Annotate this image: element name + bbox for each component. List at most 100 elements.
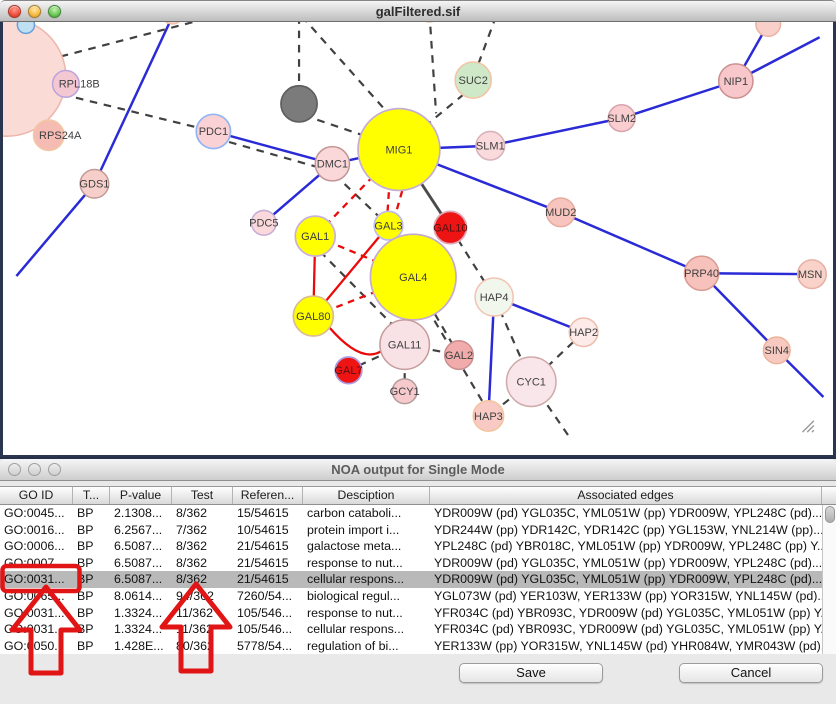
node-hap2[interactable]: HAP2 — [569, 318, 598, 347]
scrollbar-thumb[interactable] — [825, 506, 835, 523]
node-label: GCY1 — [390, 386, 420, 398]
cell-description: carbon cataboli... — [303, 505, 430, 522]
cell-pvalue: 2.1308... — [110, 505, 172, 522]
node-hap4[interactable]: HAP4 — [475, 278, 513, 316]
window-border — [0, 22, 3, 455]
cell-go-id: GO:0031... — [0, 571, 73, 588]
cell-pvalue: 1.428E... — [110, 638, 172, 655]
cell-type: BP — [73, 505, 110, 522]
table-row[interactable]: GO:0031...BP1.3324...11/362105/546...res… — [0, 605, 836, 622]
node-circle — [281, 86, 317, 122]
node-gal2[interactable]: GAL2 — [445, 341, 474, 370]
cell-go-id: GO:0016... — [0, 522, 73, 539]
node-label: PRP40 — [684, 268, 719, 280]
column-header-associated-edges[interactable]: Associated edges — [430, 487, 822, 504]
column-header-go-id[interactable]: GO ID — [0, 487, 73, 504]
node-top-pink-1[interactable] — [161, 22, 184, 24]
vertical-scrollbar[interactable] — [822, 505, 836, 654]
cell-go-id: GO:0031... — [0, 621, 73, 638]
cell-type: BP — [73, 538, 110, 555]
node-circle — [756, 22, 781, 36]
node-gal10[interactable]: GAL10 — [433, 211, 467, 243]
table-row-selected[interactable]: GO:0031...BP6.5087...8/36221/54615cellul… — [0, 571, 836, 588]
column-header-type[interactable]: T... — [73, 487, 110, 504]
node-slm1[interactable]: SLM1 — [476, 131, 505, 160]
node-label: GAL4 — [399, 272, 427, 284]
table-row[interactable]: GO:0016...BP6.2567...7/36210/54615protei… — [0, 522, 836, 539]
node-gal80[interactable]: GAL80 — [293, 296, 333, 336]
cell-pvalue: 6.5087... — [110, 538, 172, 555]
node-prp40[interactable]: PRP40 — [684, 256, 719, 290]
node-unlabeled-gray[interactable] — [281, 86, 317, 122]
node-gal11[interactable]: GAL11 — [380, 320, 429, 369]
node-hap3[interactable]: HAP3 — [473, 401, 503, 431]
cell-pvalue: 6.5087... — [110, 571, 172, 588]
node-label: GAL3 — [374, 220, 402, 232]
node-label: SLM2 — [607, 113, 636, 125]
cell-description: cellular respons... — [303, 621, 430, 638]
cell-reference: 21/54615 — [233, 555, 303, 572]
node-gal1[interactable]: GAL1 — [295, 216, 335, 256]
cell-description: cellular respons... — [303, 571, 430, 588]
node-gal7[interactable]: GAL7 — [334, 357, 362, 384]
cell-pvalue: 1.3324... — [110, 605, 172, 622]
column-header-test[interactable]: Test — [172, 487, 233, 504]
node-label: NIP1 — [724, 76, 749, 88]
cancel-button[interactable]: Cancel — [679, 663, 823, 683]
node-top-pink-2[interactable] — [756, 22, 781, 36]
node-label: GAL11 — [388, 339, 421, 351]
cell-pvalue: 1.3324... — [110, 621, 172, 638]
cell-edges: YDR009W (pd) YGL035C, YML051W (pp) YDR00… — [430, 555, 822, 572]
node-suc2[interactable]: SUC2 — [455, 62, 491, 98]
node-label: CYC1 — [517, 377, 546, 389]
node-mud2[interactable]: MUD2 — [545, 198, 576, 227]
cell-reference: 5778/54... — [233, 638, 303, 655]
table-row[interactable]: GO:0031...BP1.3324...11/362105/546...cel… — [0, 621, 836, 638]
cell-description: response to nut... — [303, 605, 430, 622]
graph-window-title: galFiltered.sif — [0, 4, 836, 19]
cell-description: regulation of bi... — [303, 638, 430, 655]
table-row[interactable]: GO:0006...BP6.5087...8/36221/54615galact… — [0, 538, 836, 555]
node-gds1[interactable]: GDS1 — [79, 170, 109, 199]
node-cyc1[interactable]: CYC1 — [507, 357, 556, 406]
node-rps24a[interactable]: RPS24A — [34, 120, 82, 150]
node-corner[interactable] — [17, 22, 34, 33]
node-pdc1[interactable]: PDC1 — [196, 114, 230, 148]
node-msn[interactable]: MSN — [798, 260, 827, 289]
node-slm2[interactable]: SLM2 — [607, 105, 636, 132]
node-gal4[interactable]: GAL4 — [370, 234, 456, 320]
cell-description: response to nut... — [303, 555, 430, 572]
column-header-reference[interactable]: Referen... — [233, 487, 303, 504]
table-row[interactable]: GO:0050...BP1.428E...80/3625778/54...reg… — [0, 638, 836, 655]
node-mig1[interactable]: MIG1 — [358, 109, 440, 191]
cell-test: 8/362 — [172, 538, 233, 555]
noa-results-table: GO ID T... P-value Test Referen... Desci… — [0, 486, 836, 653]
resize-grip[interactable] — [802, 421, 813, 432]
table-row[interactable]: GO:0065...BP8.0614...94/3627260/54...bio… — [0, 588, 836, 605]
table-row[interactable]: GO:0045...BP2.1308...8/36215/54615carbon… — [0, 505, 836, 522]
node-gal3[interactable]: GAL3 — [374, 211, 403, 240]
node-label: GAL80 — [296, 311, 330, 323]
cell-test: 7/362 — [172, 522, 233, 539]
cell-test: 94/362 — [172, 588, 233, 605]
cell-reference: 21/54615 — [233, 538, 303, 555]
network-canvas[interactable]: RPL18B RPS24A GDS1 PDC1 DMC1 MIG1 SUC2 — [0, 22, 836, 455]
cell-description: biological regul... — [303, 588, 430, 605]
cell-go-id: GO:0065... — [0, 588, 73, 605]
table-row[interactable]: GO:0007...BP6.5087...8/36221/54615respon… — [0, 555, 836, 572]
column-header-pvalue[interactable]: P-value — [110, 487, 172, 504]
node-nip1[interactable]: NIP1 — [719, 64, 753, 98]
node-sin4[interactable]: SIN4 — [763, 337, 790, 364]
cell-type: BP — [73, 571, 110, 588]
node-rpl18b[interactable]: RPL18B — [53, 71, 100, 98]
cell-reference: 21/54615 — [233, 571, 303, 588]
node-dmc1[interactable]: DMC1 — [315, 147, 349, 181]
node-gcy1[interactable]: GCY1 — [390, 379, 420, 404]
cell-go-id: GO:0031... — [0, 605, 73, 622]
cell-edges: YGL073W (pd) YER103W, YER133W (pp) YOR31… — [430, 588, 822, 605]
cell-reference: 105/546... — [233, 621, 303, 638]
node-label: SLM1 — [476, 141, 505, 153]
save-button[interactable]: Save — [459, 663, 603, 683]
cell-edges: YER133W (pp) YOR315W, YNL145W (pd) YHR08… — [430, 638, 822, 655]
column-header-description[interactable]: Desciption — [303, 487, 430, 504]
